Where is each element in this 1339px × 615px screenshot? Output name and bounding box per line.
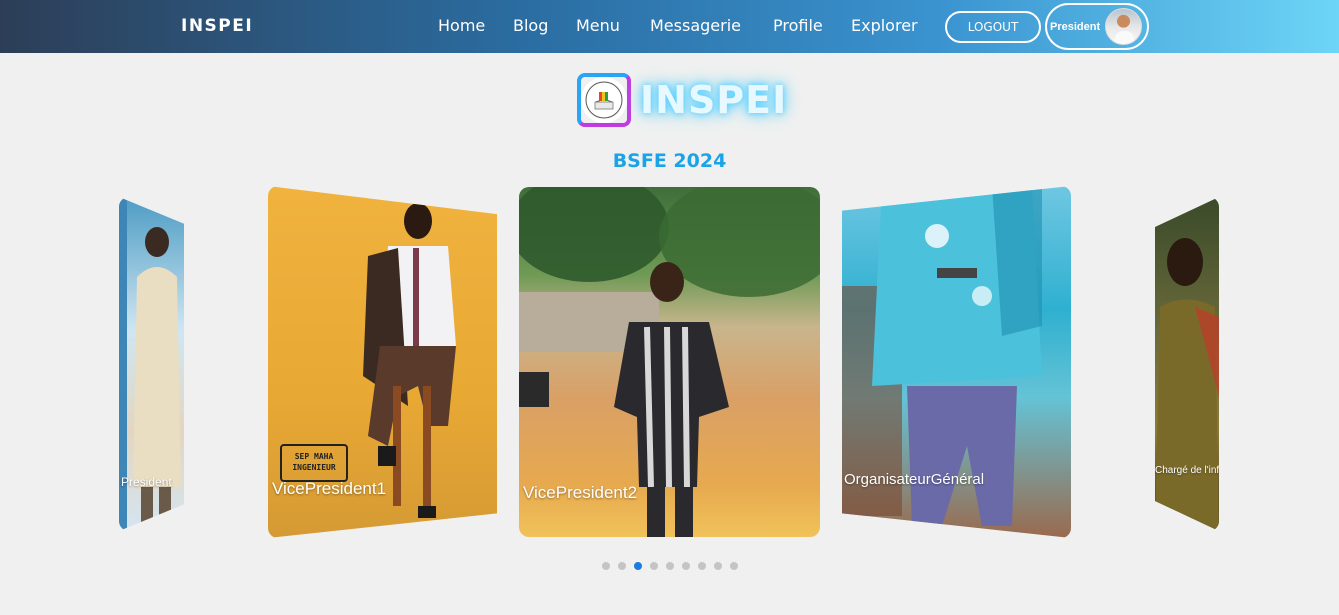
pagination-dot[interactable] — [618, 562, 626, 570]
slide-caption: VicePresident1 — [272, 479, 387, 498]
nav-link-profile[interactable]: Profile — [773, 16, 823, 35]
pagination-dot[interactable] — [682, 562, 690, 570]
slide-caption: OrganisateurGénéral — [844, 471, 985, 488]
pagination-dot[interactable] — [714, 562, 722, 570]
top-navbar: INSPEI Home Blog Menu Messagerie Profile… — [0, 0, 1339, 53]
pagination-dot[interactable] — [634, 562, 642, 570]
nav-link-explorer[interactable]: Explorer — [851, 16, 918, 35]
carousel-pagination — [602, 562, 738, 570]
pagination-dot[interactable] — [602, 562, 610, 570]
site-title: INSPEI — [640, 78, 788, 122]
slide-caption: VicePresident2 — [523, 483, 638, 502]
nav-link-blog[interactable]: Blog — [513, 16, 548, 35]
nav-link-messagerie[interactable]: Messagerie — [650, 16, 741, 35]
carousel-slide-left[interactable]: SEP MAHA INGENIEUR VicePresident1 — [268, 186, 497, 538]
school-emblem-icon — [581, 77, 627, 123]
brand-logo-text[interactable]: INSPEI — [181, 16, 253, 36]
pagination-dot[interactable] — [698, 562, 706, 570]
site-logo — [577, 73, 633, 129]
carousel-slide-far-right[interactable]: Chargé de l'information — [1155, 197, 1219, 531]
pagination-dot[interactable] — [650, 562, 658, 570]
logout-button[interactable]: LOGOUT — [945, 11, 1041, 43]
user-profile-pill[interactable]: President — [1045, 3, 1149, 50]
brand-badge: SEP MAHA INGENIEUR — [280, 444, 348, 482]
user-role-label: President — [1050, 20, 1101, 33]
pagination-dot[interactable] — [730, 562, 738, 570]
carousel-slide-active[interactable]: VicePresident2 — [519, 187, 820, 537]
carousel-title: BSFE 2024 — [612, 150, 727, 172]
pagination-dot[interactable] — [666, 562, 674, 570]
carousel-slide-far-left[interactable]: President — [119, 197, 184, 531]
slide-caption: President — [121, 475, 172, 489]
carousel-slide-right[interactable]: OrganisateurGénéral — [842, 186, 1071, 538]
nav-link-menu[interactable]: Menu — [576, 16, 620, 35]
slide-caption: Chargé de l'information — [1155, 465, 1219, 476]
avatar — [1105, 8, 1143, 45]
nav-link-home[interactable]: Home — [438, 16, 485, 35]
